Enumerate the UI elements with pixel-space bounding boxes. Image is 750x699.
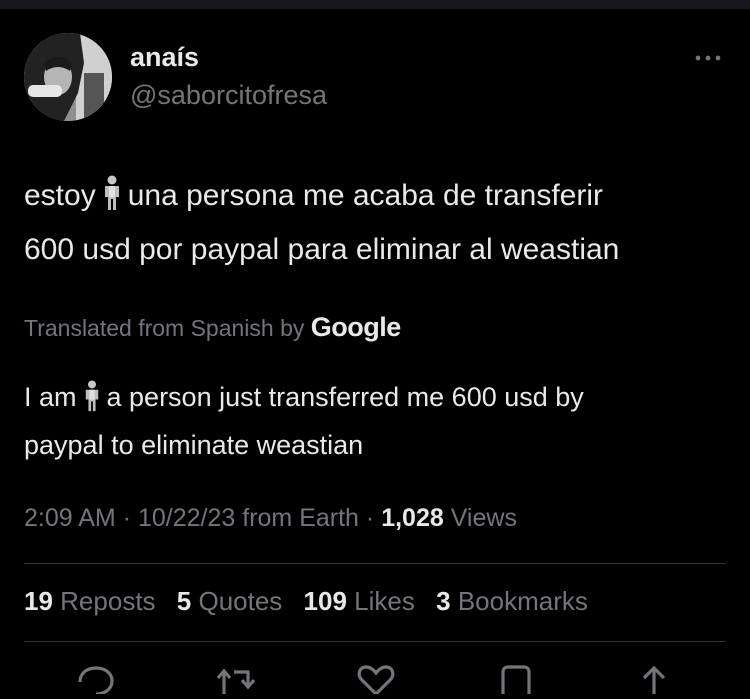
- reposts-label: Reposts: [60, 586, 156, 616]
- quotes-stat[interactable]: 5 Quotes: [177, 586, 283, 616]
- reposts-stat[interactable]: 19 Reposts: [24, 586, 156, 616]
- heart-icon[interactable]: [354, 664, 398, 697]
- reposts-count: 19: [24, 586, 53, 616]
- google-logo[interactable]: Google: [311, 312, 402, 342]
- meta-separator: ·: [122, 504, 132, 532]
- translation-text-part: I am: [24, 382, 77, 412]
- repost-icon[interactable]: [214, 664, 258, 694]
- author-name[interactable]: anaís: [130, 42, 199, 73]
- meta-separator: ·: [365, 504, 375, 532]
- tweet-line-2: 600 usd por paypal para eliminar al weas…: [24, 233, 620, 266]
- standing-person-emoji: [83, 380, 101, 424]
- top-bar: [0, 0, 750, 9]
- tweet-time[interactable]: 2:09 AM: [24, 504, 116, 532]
- engagement-stats: 19 Reposts 5 Quotes 109 Likes 3 Bookmark…: [24, 586, 602, 617]
- tweet-meta: 2:09 AM · 10/22/23 from Earth · 1,028 Vi…: [24, 504, 517, 533]
- more-icon[interactable]: [690, 45, 726, 71]
- translation-line-1: I am a person just transferred me 600 usd…: [24, 376, 714, 424]
- standing-person-emoji: [102, 175, 122, 226]
- quotes-count: 5: [176, 586, 192, 616]
- likes-count: 109: [303, 586, 347, 616]
- translated-from-text: Translated from Spanish by: [24, 315, 305, 341]
- reply-icon[interactable]: [74, 664, 118, 696]
- tweet-text: estoy una persona me acaba de transferir …: [24, 172, 724, 274]
- translation-text: I am a person just transferred me 600 usd…: [24, 376, 714, 466]
- bookmarks-stat[interactable]: 3 Bookmarks: [436, 586, 588, 616]
- translation-label: Translated from Spanish by Google: [24, 312, 401, 343]
- translation-line-2: paypal to eliminate weastian: [24, 430, 364, 460]
- views-label: Views: [450, 504, 517, 532]
- share-icon[interactable]: [632, 664, 676, 694]
- quotes-label: Quotes: [198, 586, 283, 616]
- divider: [24, 641, 726, 642]
- bookmarks-count: 3: [436, 586, 451, 616]
- tweet-text-part: una persona me acaba de transferir: [127, 179, 604, 212]
- tweet-date[interactable]: 10/22/23: [138, 504, 235, 532]
- likes-label: Likes: [354, 586, 415, 616]
- avatar-image: [24, 33, 112, 121]
- bookmarks-label: Bookmarks: [457, 586, 588, 616]
- views-count: 1,028: [381, 504, 444, 532]
- avatar[interactable]: [24, 33, 112, 121]
- author-handle[interactable]: @saborcitofresa: [130, 80, 327, 111]
- bookmark-icon[interactable]: [494, 664, 538, 694]
- translation-text-part: a person just transferred me 600 usd by: [106, 382, 584, 412]
- tweet-source: from Earth: [242, 504, 359, 532]
- tweet-text-part: estoy: [24, 179, 96, 212]
- likes-stat[interactable]: 109 Likes: [304, 586, 415, 616]
- divider: [24, 563, 726, 564]
- tweet-line-1: estoy una persona me acaba de transferir: [24, 172, 724, 226]
